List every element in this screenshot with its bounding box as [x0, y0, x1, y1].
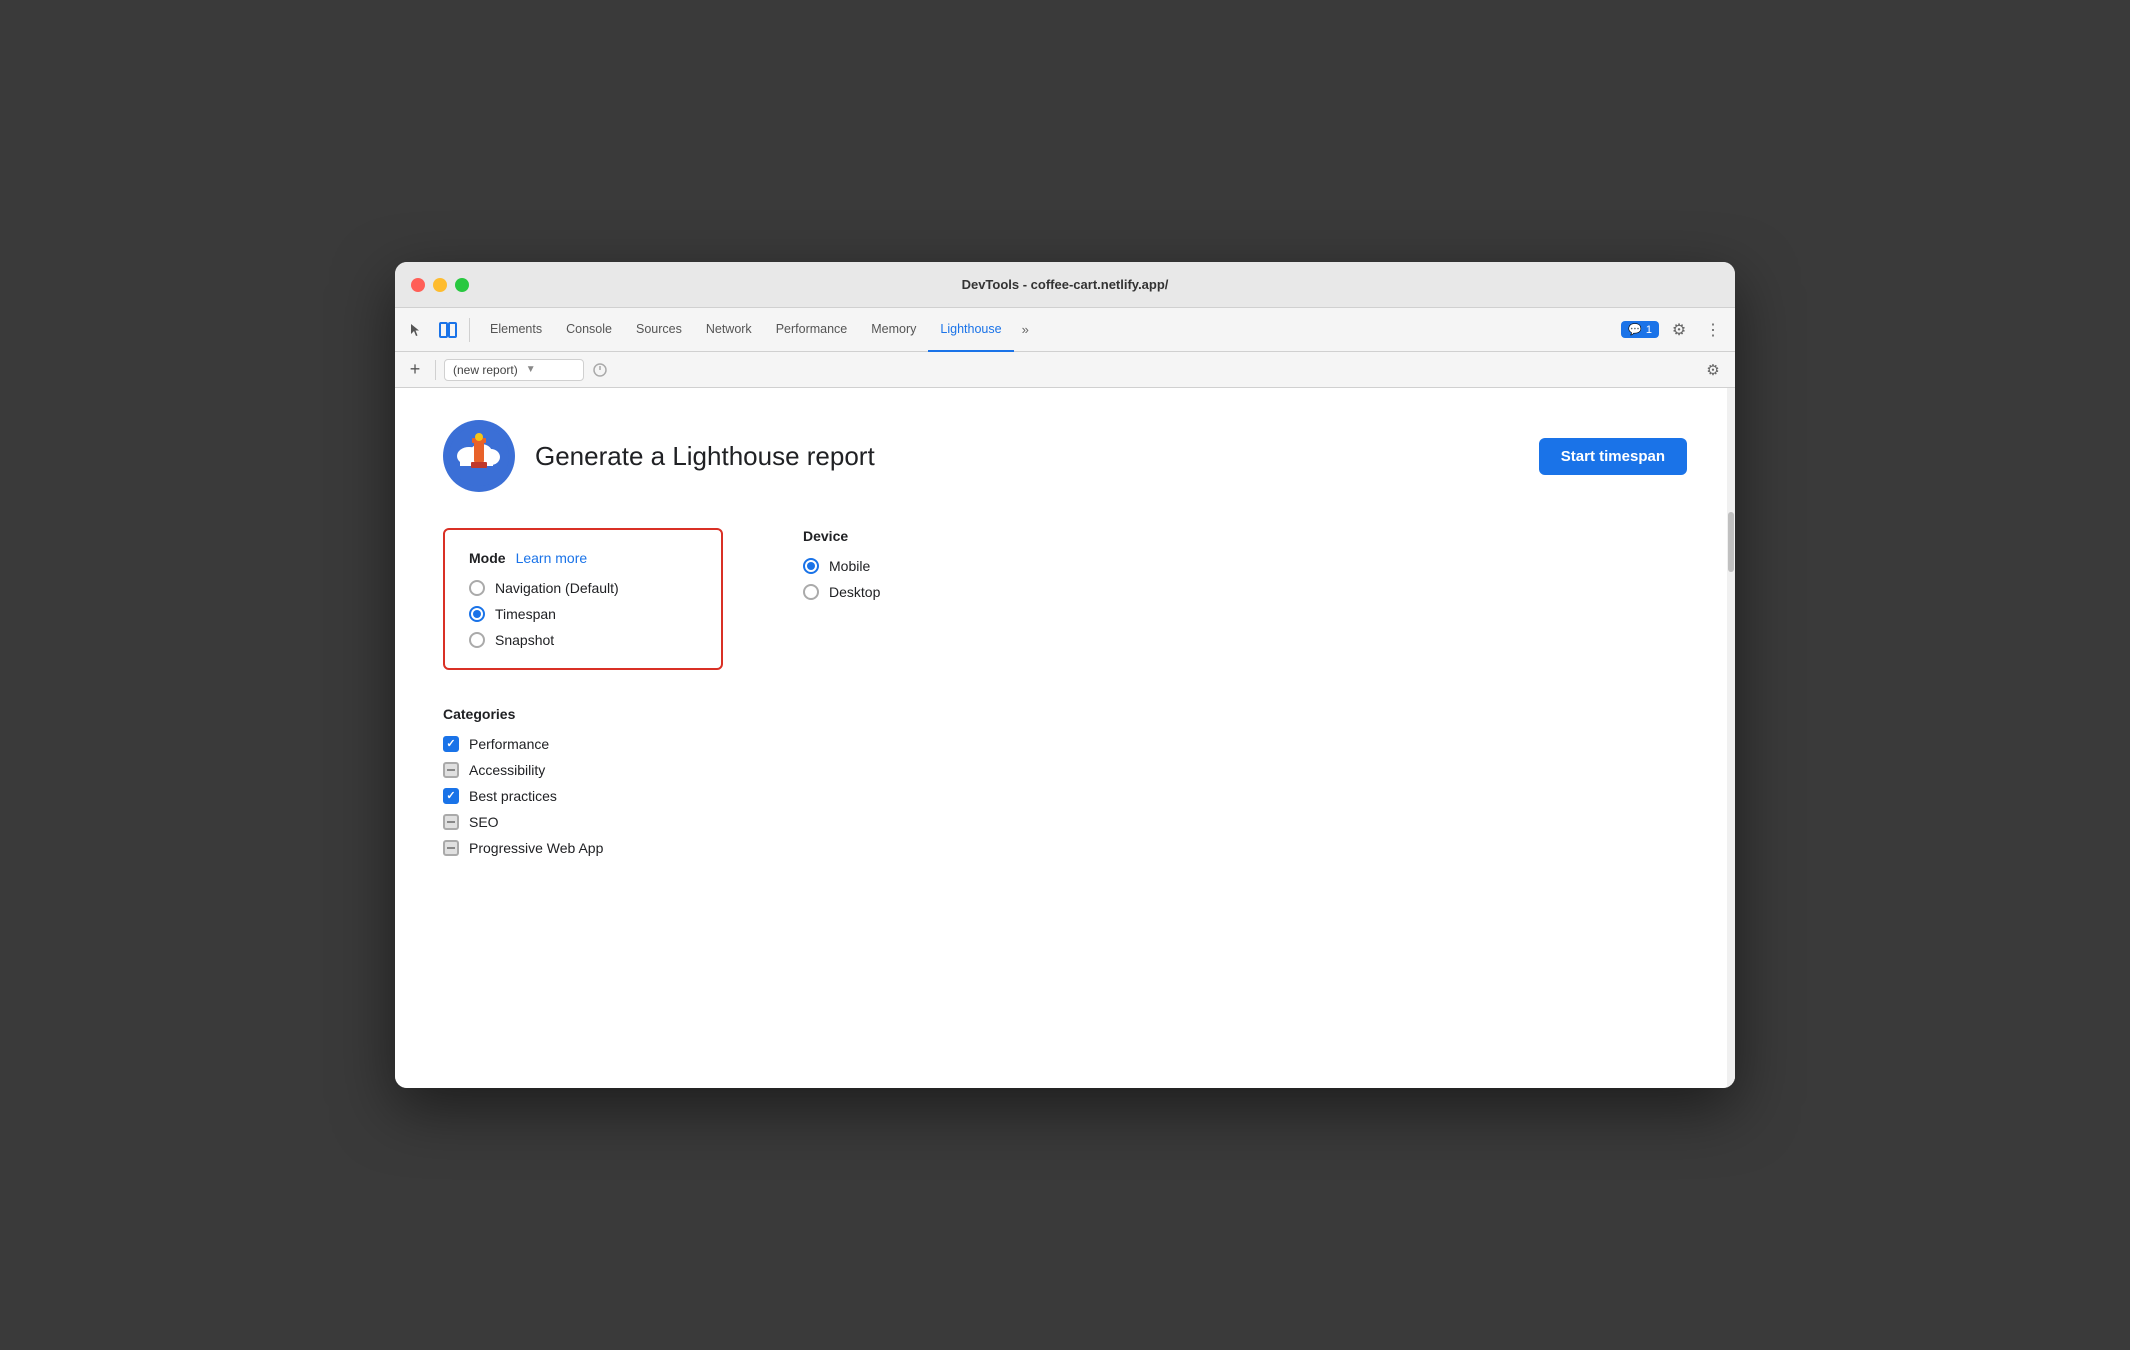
tab-right-actions: 💬 1 ⚙ ⋮: [1621, 316, 1727, 344]
device-section: Device Mobile Desktop: [803, 528, 880, 670]
devtools-tab-bar: Elements Console Sources Network Perform…: [395, 308, 1735, 352]
select-chevron-icon: ▼: [526, 364, 536, 375]
device-desktop[interactable]: Desktop: [803, 584, 880, 600]
add-report-button[interactable]: +: [403, 358, 427, 382]
radio-mobile-icon: [803, 558, 819, 574]
device-mobile[interactable]: Mobile: [803, 558, 880, 574]
scrollbar[interactable]: [1727, 388, 1735, 1088]
close-button[interactable]: [411, 278, 425, 292]
console-badge[interactable]: 💬 1: [1621, 321, 1659, 338]
categories-label: Categories: [443, 706, 1687, 722]
more-tabs-button[interactable]: »: [1014, 316, 1037, 343]
lighthouse-toolbar: + (new report) ▼ ⚙: [395, 352, 1735, 388]
categories-checkbox-group: ✓ Performance Accessibility ✓: [443, 736, 1687, 856]
radio-navigation-icon: [469, 580, 485, 596]
tab-elements[interactable]: Elements: [478, 308, 554, 352]
mode-label: Mode Learn more: [469, 550, 697, 566]
tab-separator: [469, 318, 470, 342]
minimize-button[interactable]: [433, 278, 447, 292]
more-options-button[interactable]: ⋮: [1699, 316, 1727, 344]
panel-icon[interactable]: [435, 318, 461, 342]
traffic-lights: [411, 278, 469, 292]
categories-section: Categories ✓ Performance Accessibility: [443, 706, 1687, 856]
header-left: Generate a Lighthouse report: [443, 420, 875, 492]
category-seo[interactable]: SEO: [443, 814, 1687, 830]
checkbox-seo-icon: [443, 814, 459, 830]
checkbox-performance-icon: ✓: [443, 736, 459, 752]
learn-more-link[interactable]: Learn more: [516, 550, 588, 566]
tab-lighthouse[interactable]: Lighthouse: [928, 308, 1013, 352]
checkbox-accessibility-icon: [443, 762, 459, 778]
mode-device-section: Mode Learn more Navigation (Default): [443, 528, 1687, 670]
mode-timespan[interactable]: Timespan: [469, 606, 697, 622]
mode-radio-group: Navigation (Default) Timespan Snapshot: [469, 580, 697, 648]
radio-timespan-icon: [469, 606, 485, 622]
category-performance[interactable]: ✓ Performance: [443, 736, 1687, 752]
radio-mobile-dot: [807, 562, 815, 570]
start-timespan-button[interactable]: Start timespan: [1539, 438, 1687, 475]
category-best-practices[interactable]: ✓ Best practices: [443, 788, 1687, 804]
toolbar-separator: [435, 360, 436, 380]
checkbox-pwa-icon: [443, 840, 459, 856]
page-title: Generate a Lighthouse report: [535, 441, 875, 472]
tab-console[interactable]: Console: [554, 308, 624, 352]
cancel-report-button: [588, 358, 612, 382]
checkbox-best-practices-icon: ✓: [443, 788, 459, 804]
scrollbar-thumb[interactable]: [1728, 512, 1734, 572]
radio-snapshot-icon: [469, 632, 485, 648]
report-selector[interactable]: (new report) ▼: [444, 359, 584, 381]
radio-desktop-icon: [803, 584, 819, 600]
mode-navigation[interactable]: Navigation (Default): [469, 580, 697, 596]
mode-snapshot[interactable]: Snapshot: [469, 632, 697, 648]
radio-timespan-dot: [473, 610, 481, 618]
tab-network[interactable]: Network: [694, 308, 764, 352]
category-accessibility[interactable]: Accessibility: [443, 762, 1687, 778]
category-pwa[interactable]: Progressive Web App: [443, 840, 1687, 856]
tab-performance[interactable]: Performance: [764, 308, 860, 352]
cursor-icon[interactable]: [403, 318, 427, 342]
main-wrapper: Generate a Lighthouse report Start times…: [395, 388, 1735, 1088]
header-section: Generate a Lighthouse report Start times…: [443, 420, 1687, 492]
main-content: Generate a Lighthouse report Start times…: [395, 388, 1735, 1088]
lighthouse-logo: [443, 420, 515, 492]
device-label: Device: [803, 528, 880, 544]
settings-button[interactable]: ⚙: [1665, 316, 1693, 344]
mode-box: Mode Learn more Navigation (Default): [443, 528, 723, 670]
tab-sources[interactable]: Sources: [624, 308, 694, 352]
device-radio-group: Mobile Desktop: [803, 558, 880, 600]
lighthouse-settings-button[interactable]: ⚙: [1699, 356, 1727, 384]
maximize-button[interactable]: [455, 278, 469, 292]
tab-memory[interactable]: Memory: [859, 308, 928, 352]
window-title: DevTools - coffee-cart.netlify.app/: [962, 277, 1169, 292]
title-bar: DevTools - coffee-cart.netlify.app/: [395, 262, 1735, 308]
devtools-window: DevTools - coffee-cart.netlify.app/ Elem…: [395, 262, 1735, 1088]
